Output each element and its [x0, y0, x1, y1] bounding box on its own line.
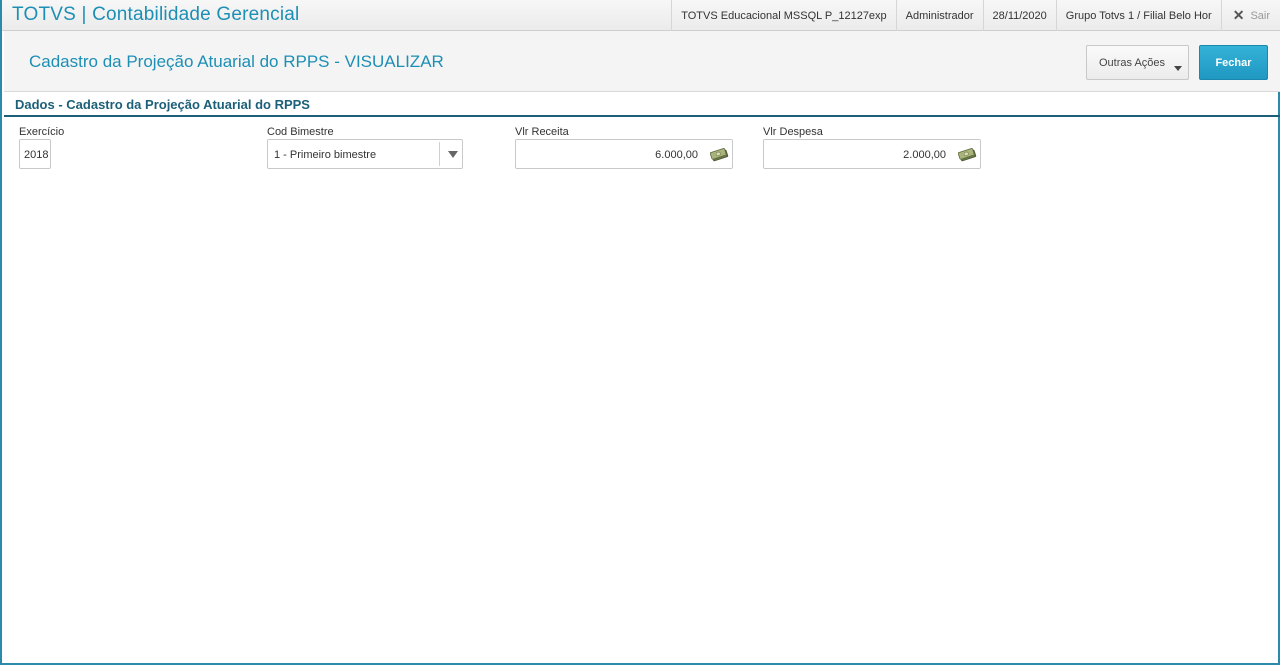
- other-actions-button[interactable]: Outras Ações: [1086, 45, 1189, 80]
- vlr-receita-label: Vlr Receita: [515, 126, 569, 138]
- other-actions-label: Outras Ações: [1099, 56, 1166, 69]
- vlr-receita-field[interactable]: 6.000,00: [515, 139, 733, 169]
- branch-info: Grupo Totvs 1 / Filial Belo Hor: [1055, 0, 1221, 31]
- select-divider: [439, 142, 440, 166]
- cod-bimestre-label: Cod Bimestre: [267, 126, 334, 138]
- vlr-receita-value: 6.000,00: [655, 149, 698, 161]
- vlr-despesa-value: 2.000,00: [903, 149, 946, 161]
- money-icon[interactable]: [958, 147, 977, 162]
- app-title: TOTVS | Contabilidade Gerencial: [12, 4, 300, 25]
- close-button[interactable]: Fechar: [1199, 45, 1268, 80]
- section-title: Dados - Cadastro da Projeção Atuarial do…: [15, 97, 310, 112]
- page-title: Cadastro da Projeção Atuarial do RPPS - …: [29, 52, 444, 71]
- page-header: Cadastro da Projeção Atuarial do RPPS - …: [4, 31, 1280, 92]
- exercicio-field[interactable]: 2018: [19, 139, 51, 169]
- cod-bimestre-select[interactable]: 1 - Primeiro bimestre: [267, 139, 463, 169]
- chevron-down-icon[interactable]: [448, 151, 458, 158]
- money-icon[interactable]: [710, 147, 729, 162]
- exercicio-label: Exercício: [19, 126, 65, 138]
- exit-button[interactable]: ✕ Sair: [1220, 0, 1280, 31]
- cod-bimestre-value: 1 - Primeiro bimestre: [274, 149, 377, 161]
- top-bar: TOTVS | Contabilidade Gerencial TOTVS Ed…: [2, 0, 1280, 31]
- user-info: Administrador: [895, 0, 983, 31]
- close-icon: ✕: [1232, 7, 1245, 23]
- session-info: TOTVS Educacional MSSQL P_12127exp Admin…: [671, 0, 1280, 31]
- environment-info: TOTVS Educacional MSSQL P_12127exp: [671, 0, 895, 31]
- vlr-despesa-field[interactable]: 2.000,00: [763, 139, 981, 169]
- vlr-despesa-label: Vlr Despesa: [763, 126, 823, 138]
- date-info: 28/11/2020: [982, 0, 1056, 31]
- app-window: TOTVS | Contabilidade Gerencial TOTVS Ed…: [0, 0, 1280, 665]
- chevron-down-icon: [1174, 66, 1182, 71]
- exit-label: Sair: [1250, 9, 1270, 22]
- exercicio-value: 2018: [24, 149, 49, 161]
- section-divider: [4, 115, 1280, 117]
